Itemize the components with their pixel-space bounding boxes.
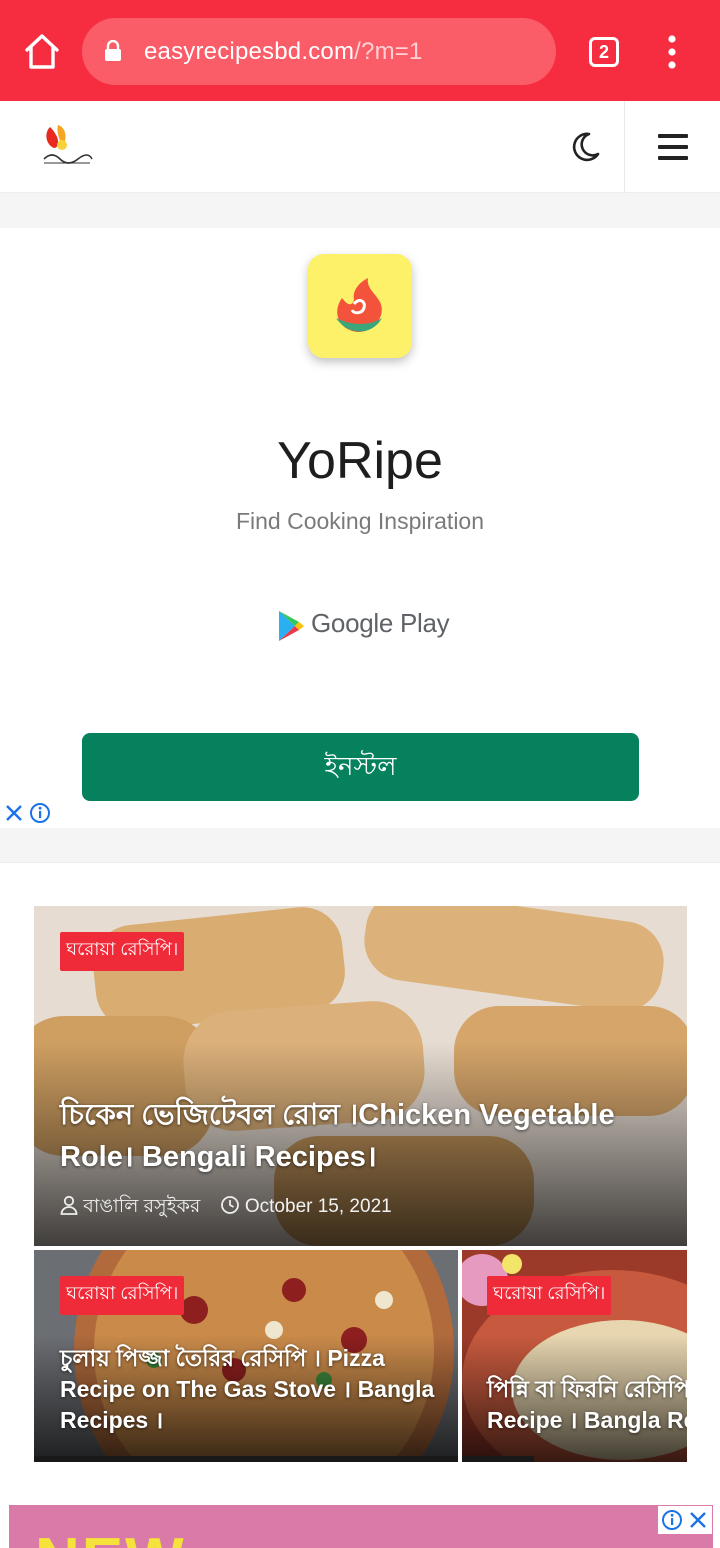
header-divider [624,101,625,193]
address-bar[interactable]: easyrecipesbd.com/?m=1 [82,18,556,85]
site-logo[interactable] [38,121,94,173]
bottom-ad-text: NEW [35,1525,186,1548]
ad-info-icon[interactable] [662,1510,682,1530]
home-icon[interactable] [20,30,64,74]
featured-post-title[interactable]: চিকেন ভেজিটেবল রোল ।Chicken Vegetable Ro… [60,1094,615,1178]
post-title[interactable]: চুলায় পিজ্জা তৈরির রেসিপি । Pizza Recip… [60,1343,434,1436]
featured-title-line-2: Role। Bengali Recipes। [60,1141,377,1173]
category-badge[interactable]: ঘরোয়া রেসিপি। [60,1276,185,1315]
lock-icon [104,39,122,62]
app-name: YoRipe [277,432,443,490]
post-title-line-3: Recipes । [60,1407,164,1433]
post-card[interactable]: ঘরোয়া রেসিপি। চুলায় পিজ্জা তৈরির রেসিপ… [34,1250,458,1462]
ad-top-spacer [0,193,720,228]
site-header [0,101,720,193]
url-host: easyrecipesbd.com [144,38,355,65]
url-path: /?m=1 [354,38,423,65]
hamburger-menu-icon[interactable] [658,134,688,160]
app-tagline: Find Cooking Inspiration [235,508,485,534]
clock-icon [220,1196,239,1214]
post-date: October 15, 2021 [244,1196,392,1217]
app-install-ad: YoRipe Find Cooking Inspiration Google P… [0,228,720,828]
browser-toolbar: easyrecipesbd.com/?m=1 2 [0,0,720,101]
featured-post-card[interactable]: ঘরোয়া রেসিপি। চিকেন ভেজিটেবল রোল ।Chick… [34,906,687,1246]
google-play-label: Google Play [311,608,450,638]
post-title-line-1: পিন্নি বা ফিরনি রেসিপি [487,1376,687,1402]
post-meta: বাঙালি রসুইকর October 15, 2021 [60,1192,392,1224]
bottom-banner-ad[interactable]: NEW [9,1505,713,1548]
post-title-line-2: Recipe on The Gas Stove । Bangla [60,1376,435,1402]
bottom-ad-controls [658,1506,712,1534]
app-icon[interactable] [308,254,412,358]
google-play-badge[interactable]: Google Play [277,606,450,646]
ad-close-icon[interactable] [4,802,24,824]
category-badge[interactable]: ঘরোয়া রেসিপি। [487,1276,612,1315]
ad-close-icon[interactable] [690,1512,706,1528]
post-title[interactable]: পিন্নি বা ফিরনি রেসিপি Recipe । Bangla R… [487,1374,687,1436]
browser-menu-icon[interactable] [658,30,686,74]
category-badge[interactable]: ঘরোয়া রেসিপি। [60,932,185,971]
featured-title-line-1: চিকেন ভেজিটেবল রোল ।Chicken Vegetable [60,1099,615,1131]
tab-switcher-button[interactable]: 2 [589,37,619,67]
dark-mode-toggle-icon[interactable] [567,129,603,165]
ad-info-icon[interactable] [29,802,51,824]
author-icon [60,1195,78,1215]
url-text: easyrecipesbd.com/?m=1 [144,38,423,66]
post-author[interactable]: বাঙালি রসুইকর [83,1196,200,1217]
post-card[interactable]: ঘরোয়া রেসিপি। পিন্নি বা ফিরনি রেসিপি Re… [462,1250,687,1462]
post-title-line-2: Recipe । Bangla Re [487,1407,687,1433]
install-button[interactable]: ইনস্টল [82,733,639,801]
post-title-line-1: চুলায় পিজ্জা তৈরির রেসিপি । Pizza [60,1345,385,1371]
google-play-icon [279,611,304,641]
ad-bottom-spacer [0,828,720,863]
